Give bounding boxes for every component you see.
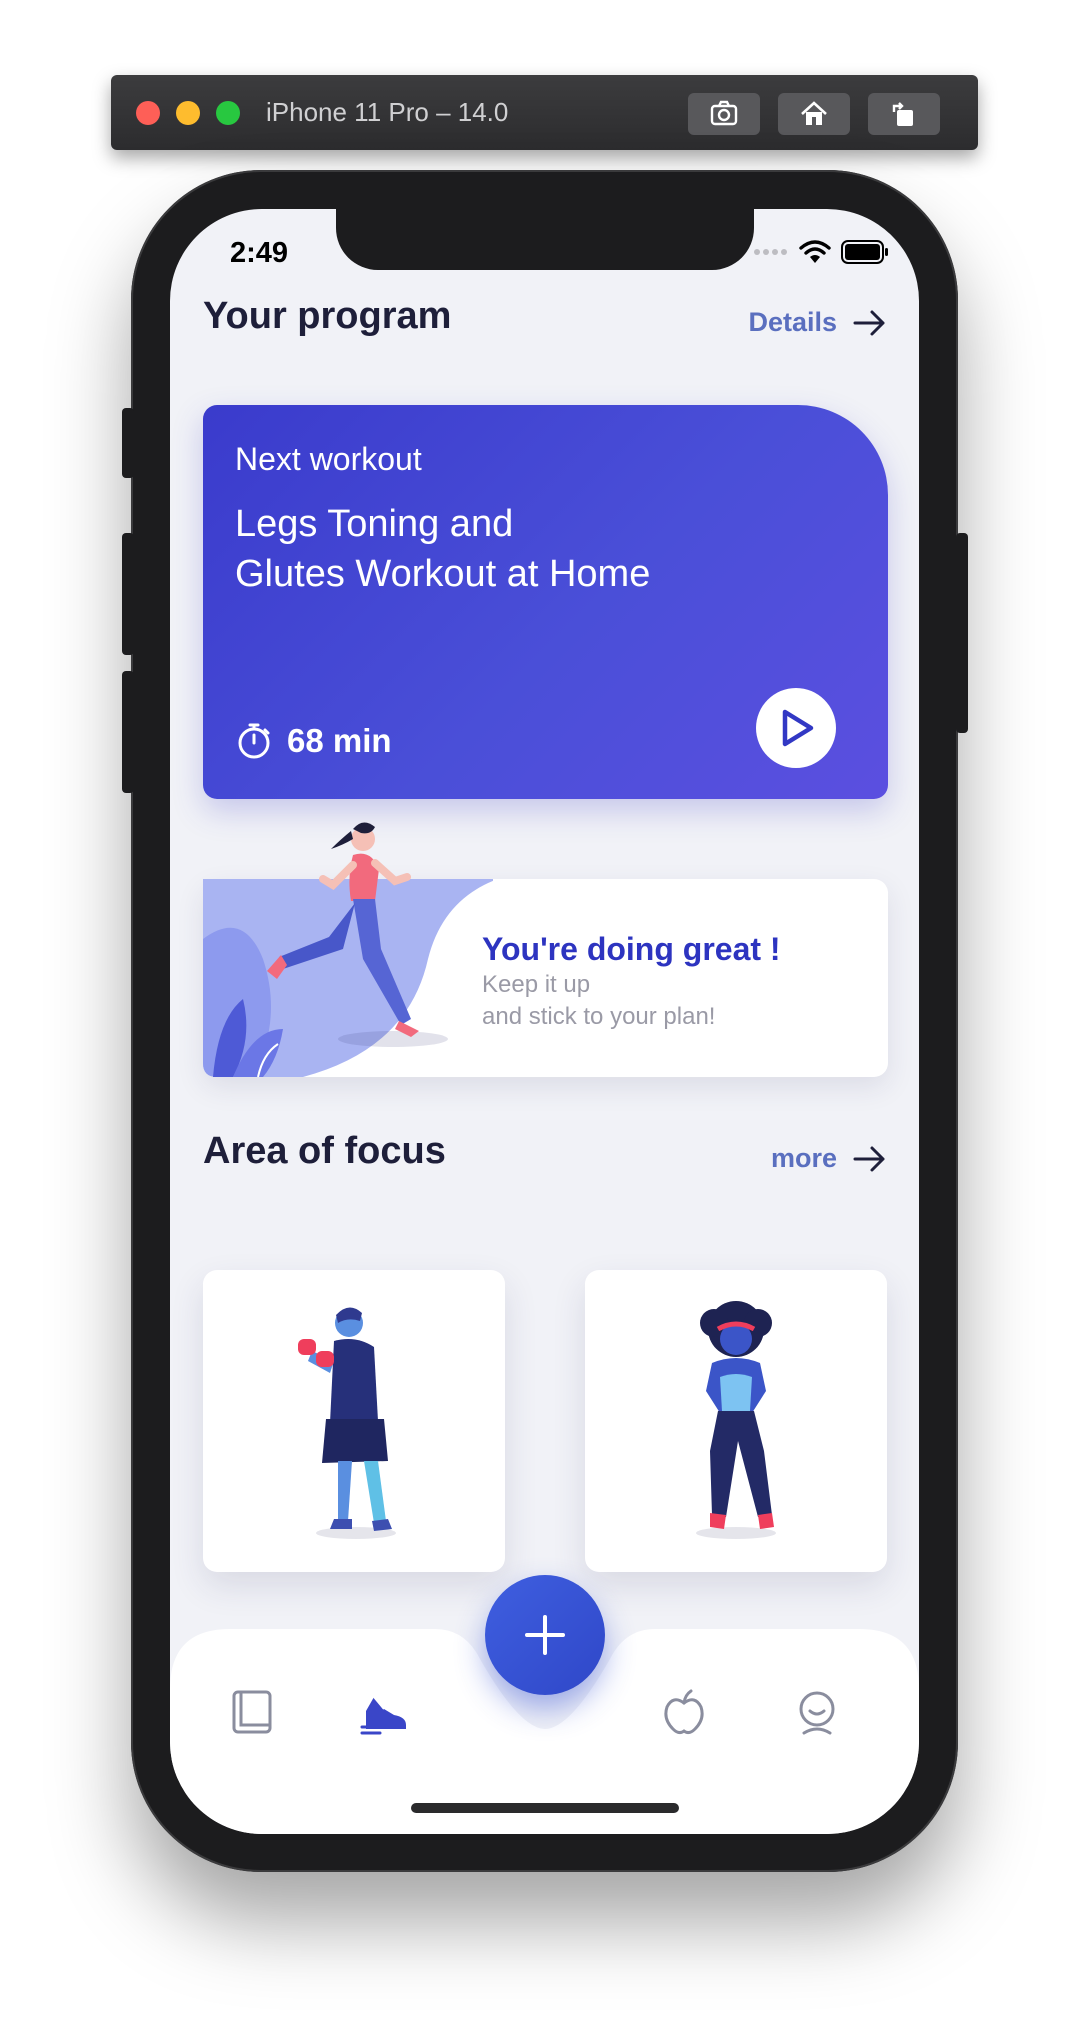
tab-profile[interactable] bbox=[792, 1687, 842, 1737]
notch bbox=[336, 209, 754, 270]
home-button[interactable] bbox=[778, 93, 850, 135]
add-icon bbox=[525, 1615, 565, 1655]
volume-up-button bbox=[122, 533, 134, 655]
zoom-window-button[interactable] bbox=[216, 101, 240, 125]
add-button[interactable] bbox=[485, 1575, 605, 1695]
app-screen: 2:49 Your program Details Next workout L… bbox=[170, 209, 919, 1834]
duration-value: 68 min bbox=[287, 722, 392, 759]
next-workout-card[interactable]: Next workout Legs Toning and Glutes Work… bbox=[203, 405, 888, 799]
tab-workouts[interactable] bbox=[360, 1687, 410, 1737]
workout-title-line2: Glutes Workout at Home bbox=[235, 553, 651, 595]
more-link[interactable]: more bbox=[771, 1143, 887, 1174]
motivation-line1: Keep it up bbox=[482, 971, 591, 998]
motivation-subtext: Keep it up and stick to your plan! bbox=[482, 969, 715, 1033]
motivation-card: You're doing great ! Keep it up and stic… bbox=[203, 822, 888, 1077]
sneaker-icon bbox=[360, 1696, 406, 1735]
screenshot-button[interactable] bbox=[688, 93, 760, 135]
wifi-icon bbox=[799, 240, 831, 263]
status-icons bbox=[753, 239, 889, 265]
simulator-title: iPhone 11 Pro – 14.0 bbox=[266, 97, 509, 127]
minimize-window-button[interactable] bbox=[176, 101, 200, 125]
signal-icon bbox=[754, 249, 787, 255]
workout-duration: 68 min bbox=[235, 722, 392, 760]
book-icon bbox=[232, 1690, 272, 1734]
motivation-line2: and stick to your plan! bbox=[482, 1003, 716, 1030]
play-icon bbox=[782, 709, 814, 747]
arrow-right-icon bbox=[853, 1146, 885, 1171]
focus-tile-full-body[interactable] bbox=[585, 1270, 887, 1572]
details-link[interactable]: Details bbox=[748, 307, 887, 338]
boxer-illustration bbox=[298, 1307, 396, 1539]
screenshot-icon bbox=[710, 100, 738, 126]
tab-library[interactable] bbox=[227, 1687, 277, 1737]
apple-icon bbox=[664, 1689, 704, 1735]
simulator-toolbar: iPhone 11 Pro – 14.0 bbox=[111, 75, 978, 150]
program-title: Your program bbox=[203, 295, 452, 337]
power-button bbox=[956, 533, 968, 733]
home-indicator[interactable] bbox=[411, 1803, 679, 1813]
details-label: Details bbox=[748, 307, 837, 337]
runner-illustration bbox=[203, 822, 493, 1077]
battery-icon bbox=[841, 240, 888, 264]
more-label: more bbox=[770, 1143, 837, 1173]
silent-switch bbox=[122, 408, 134, 478]
volume-down-button bbox=[122, 671, 134, 793]
tab-nutrition[interactable] bbox=[659, 1687, 709, 1737]
arrow-right-icon bbox=[853, 310, 885, 335]
workout-title-line1: Legs Toning and bbox=[235, 503, 514, 545]
motivation-heading: You're doing great ! bbox=[482, 931, 781, 967]
play-workout-button[interactable] bbox=[756, 688, 836, 768]
stopwatch-icon bbox=[238, 723, 270, 759]
woman-figure-illustration bbox=[696, 1301, 776, 1539]
rotate-icon bbox=[892, 102, 913, 126]
focus-title: Area of focus bbox=[203, 1130, 446, 1172]
next-workout-label: Next workout bbox=[235, 441, 422, 477]
rotate-button[interactable] bbox=[868, 93, 940, 135]
workout-title: Legs Toning and Glutes Workout at Home bbox=[235, 499, 755, 599]
close-window-button[interactable] bbox=[136, 101, 160, 125]
status-time: 2:49 bbox=[230, 237, 289, 269]
profile-icon bbox=[799, 1691, 835, 1735]
home-icon bbox=[801, 101, 827, 125]
focus-tile-boxing[interactable] bbox=[203, 1270, 505, 1572]
